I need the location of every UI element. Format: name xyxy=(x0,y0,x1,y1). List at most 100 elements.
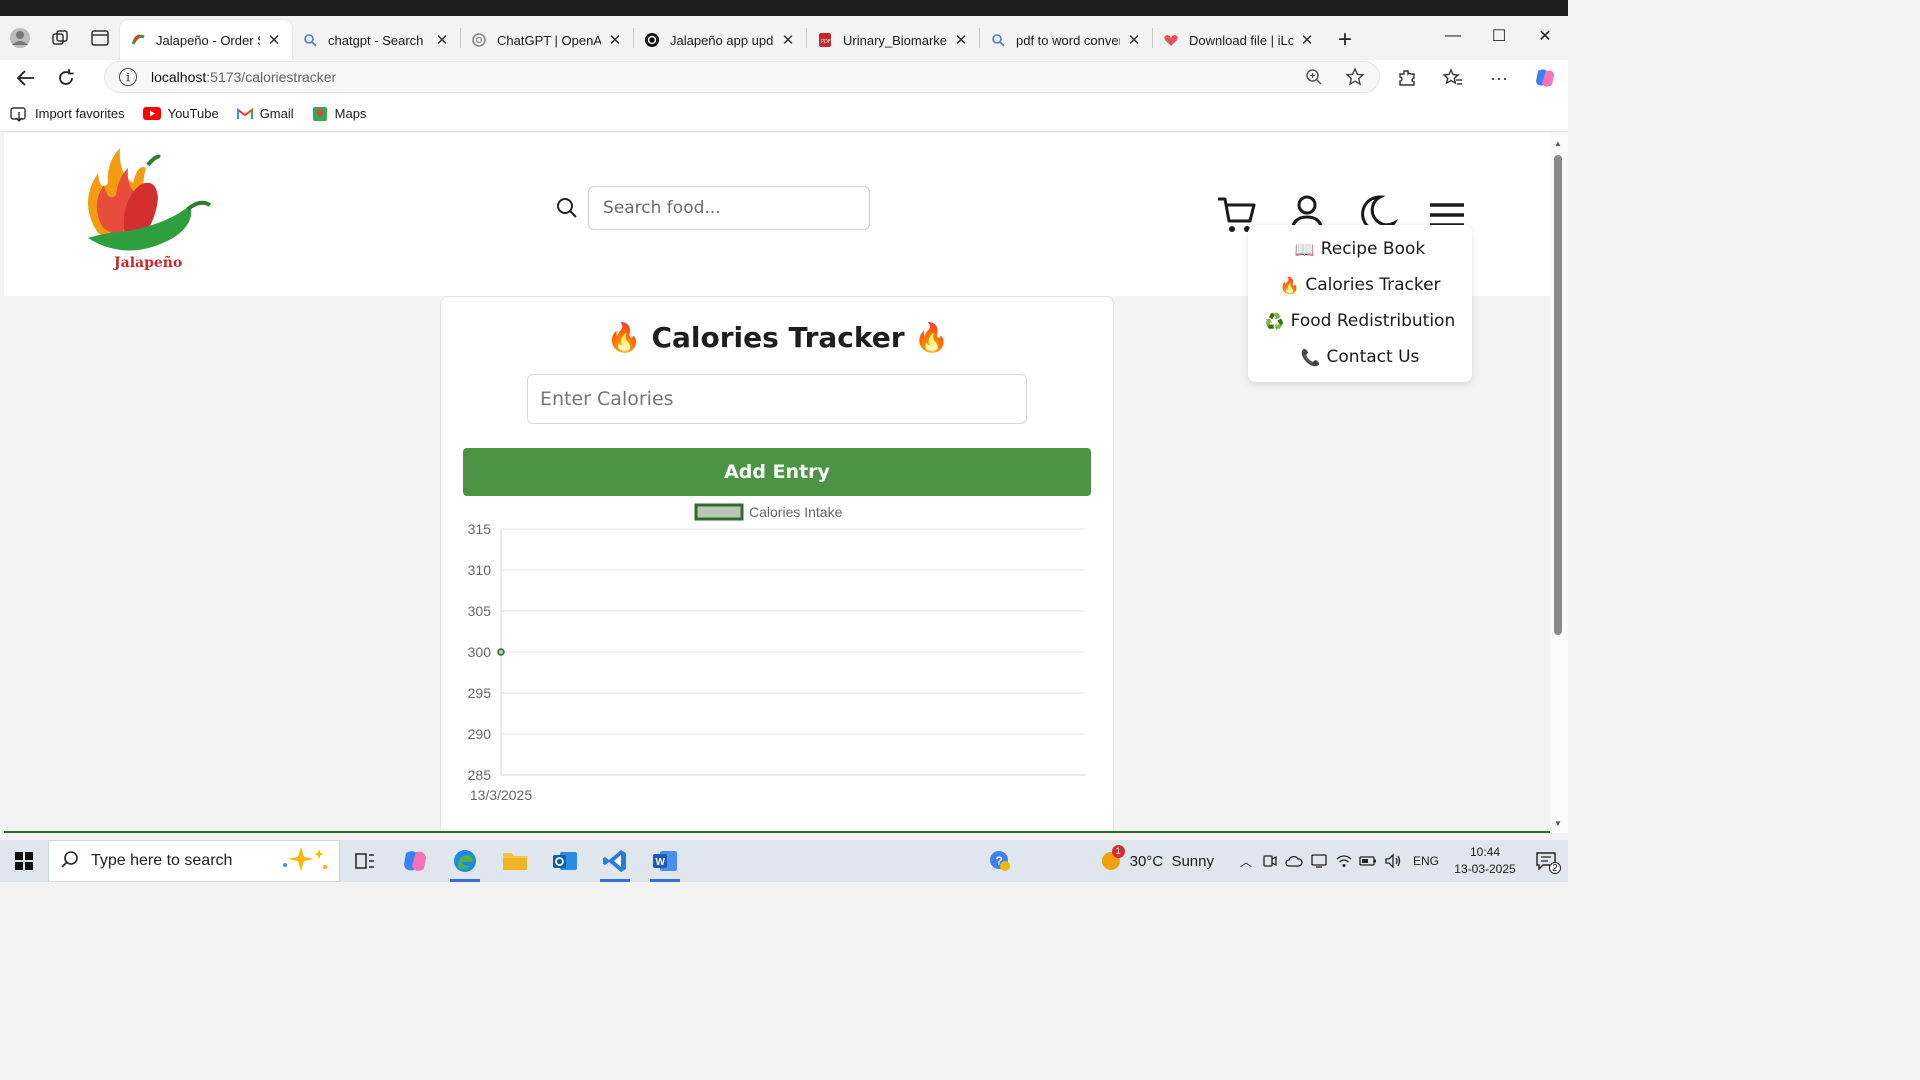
vscode-icon[interactable] xyxy=(590,840,640,882)
workspaces-icon[interactable] xyxy=(40,16,80,60)
taskbar-search[interactable]: Type here to search xyxy=(48,840,340,882)
tab-title: Urinary_Biomarkers_ xyxy=(843,32,947,48)
vertical-tabs-icon[interactable] xyxy=(80,16,120,60)
tab-title: Jalapeño app update xyxy=(670,32,774,48)
address-bar: i localhost:5173/caloriestracker ··· xyxy=(0,60,1568,96)
url-path: :5173/caloriestracker xyxy=(206,69,337,85)
y-tick-label: 310 xyxy=(468,562,492,578)
legend-label: Calories Intake xyxy=(749,504,843,520)
notifications-icon[interactable]: 2 xyxy=(1524,852,1568,874)
youtube-icon xyxy=(142,107,161,120)
wifi-icon[interactable] xyxy=(1332,854,1356,868)
recycle-icon: ♻️ xyxy=(1264,311,1285,331)
site-info-icon[interactable]: i xyxy=(119,68,137,86)
maximize-icon[interactable]: ☐ xyxy=(1476,16,1522,56)
copilot-icon[interactable] xyxy=(1522,62,1568,94)
outlook-icon[interactable] xyxy=(540,840,590,882)
menu-item-calories-tracker[interactable]: 🔥 Calories Tracker xyxy=(1248,267,1472,303)
menu-item-label: Contact Us xyxy=(1326,347,1420,367)
favorite-maps[interactable]: Maps xyxy=(312,106,366,122)
close-tab-icon[interactable]: ✕ xyxy=(607,31,623,49)
web-page: Jalapeño 🔥 Calories Tracker 🔥 Add Entry … xyxy=(4,133,1550,831)
close-tab-icon[interactable]: ✕ xyxy=(434,31,450,49)
close-tab-icon[interactable]: ✕ xyxy=(1126,31,1142,49)
zoom-icon[interactable] xyxy=(1305,68,1323,89)
copilot-app-icon[interactable] xyxy=(390,840,440,882)
y-tick-label: 285 xyxy=(468,767,492,783)
close-tab-icon[interactable]: ✕ xyxy=(953,31,969,49)
menu-item-food-redistribution[interactable]: ♻️ Food Redistribution xyxy=(1248,303,1472,339)
tab-chatgpt-search[interactable]: chatgpt - Search ✕ xyxy=(292,20,460,60)
browser-toolbar-right: ··· xyxy=(1384,60,1568,96)
data-point xyxy=(497,648,505,656)
scroll-up-icon[interactable]: ▲ xyxy=(1554,139,1562,148)
minimize-icon[interactable]: — xyxy=(1430,16,1476,56)
menu-item-label: Calories Tracker xyxy=(1305,275,1441,295)
weather-alert-badge: 1 xyxy=(1111,844,1125,858)
y-tick-label: 300 xyxy=(468,644,492,660)
tab-chatgpt-openai[interactable]: ChatGPT | OpenAI ✕ xyxy=(461,20,633,60)
fire-icon: 🔥 xyxy=(914,321,950,354)
maps-icon xyxy=(312,106,328,122)
legend-swatch xyxy=(694,503,744,521)
tab-ilovepdf[interactable]: Download file | iLove ✕ xyxy=(1153,20,1325,60)
chatgpt-favicon xyxy=(644,32,660,48)
favorite-star-icon[interactable] xyxy=(1345,67,1365,90)
windows-start-icon[interactable] xyxy=(0,840,48,882)
edge-browser-icon[interactable] xyxy=(440,840,490,882)
language-indicator[interactable]: ENG xyxy=(1406,854,1446,868)
menu-item-recipe-book[interactable]: 📖 Recipe Book xyxy=(1248,231,1472,267)
pdf-favicon: PDF xyxy=(817,32,833,48)
word-icon[interactable]: W xyxy=(640,840,690,882)
extensions-icon[interactable] xyxy=(1384,62,1430,94)
battery-icon[interactable] xyxy=(1356,856,1380,866)
clock[interactable]: 10:44 13-03-2025 xyxy=(1446,844,1524,878)
tab-urinary-biomarkers[interactable]: PDF Urinary_Biomarkers_ ✕ xyxy=(807,20,979,60)
favorites-icon[interactable] xyxy=(1430,62,1476,94)
tab-pdf-to-word[interactable]: pdf to word converte ✕ xyxy=(980,20,1152,60)
scrollbar-thumb[interactable] xyxy=(1554,155,1562,635)
calories-input[interactable] xyxy=(527,374,1027,424)
favorite-gmail[interactable]: Gmail xyxy=(236,106,294,121)
url-field[interactable]: i localhost:5173/caloriestracker xyxy=(104,61,1380,93)
search-food-input[interactable] xyxy=(588,186,870,230)
onedrive-icon[interactable] xyxy=(1282,855,1306,867)
new-tab-button[interactable]: + xyxy=(1325,20,1365,60)
close-tab-icon[interactable]: ✕ xyxy=(1299,31,1315,49)
tab-jalapeno-update[interactable]: Jalapeño app update ✕ xyxy=(634,20,806,60)
favorite-youtube[interactable]: YouTube xyxy=(142,106,219,121)
page-scrollbar[interactable]: ▲ ▼ xyxy=(1550,133,1568,833)
tab-title: ChatGPT | OpenAI xyxy=(497,32,601,48)
refresh-icon[interactable] xyxy=(46,62,86,94)
display-icon[interactable] xyxy=(1306,853,1332,869)
phone-icon: 📞 xyxy=(1300,347,1321,367)
volume-icon[interactable] xyxy=(1380,853,1406,869)
show-hidden-icons-icon[interactable]: ︿ xyxy=(1234,853,1258,870)
tab-jalapeno-order[interactable]: Jalapeño - Order Sm ✕ xyxy=(120,20,292,60)
favorite-label: Import favorites xyxy=(35,106,125,121)
weather-widget[interactable]: 1 30°C Sunny xyxy=(1100,844,1214,874)
clock-time: 10:44 xyxy=(1469,845,1501,859)
jalapeno-logo[interactable]: Jalapeño xyxy=(78,143,218,278)
close-tab-icon[interactable]: ✕ xyxy=(780,31,796,49)
close-tab-icon[interactable]: ✕ xyxy=(266,31,282,49)
favorite-import[interactable]: Import favorites xyxy=(10,106,125,122)
ilovepdf-favicon xyxy=(1163,32,1179,48)
back-icon[interactable] xyxy=(6,62,46,94)
close-window-icon[interactable]: ✕ xyxy=(1522,16,1568,56)
calories-tracker-card: 🔥 Calories Tracker 🔥 Add Entry Calories … xyxy=(440,296,1114,831)
help-icon[interactable]: ? xyxy=(980,850,1020,872)
search-icon[interactable] xyxy=(556,197,578,219)
file-explorer-icon[interactable] xyxy=(490,840,540,882)
add-entry-button[interactable]: Add Entry xyxy=(463,448,1091,496)
task-view-icon[interactable] xyxy=(340,840,390,882)
favorite-label: Gmail xyxy=(259,106,294,121)
scroll-down-icon[interactable]: ▼ xyxy=(1554,819,1562,828)
profile-icon[interactable] xyxy=(0,16,40,60)
windows-taskbar: Type here to search W ? 1 30°C Sunny ︿ E… xyxy=(0,840,1568,882)
svg-text:PDF: PDF xyxy=(821,39,831,45)
more-options-icon[interactable]: ··· xyxy=(1476,62,1522,94)
meet-now-icon[interactable] xyxy=(1258,853,1282,869)
menu-item-contact-us[interactable]: 📞 Contact Us xyxy=(1248,339,1472,375)
import-favorites-icon xyxy=(10,106,28,122)
